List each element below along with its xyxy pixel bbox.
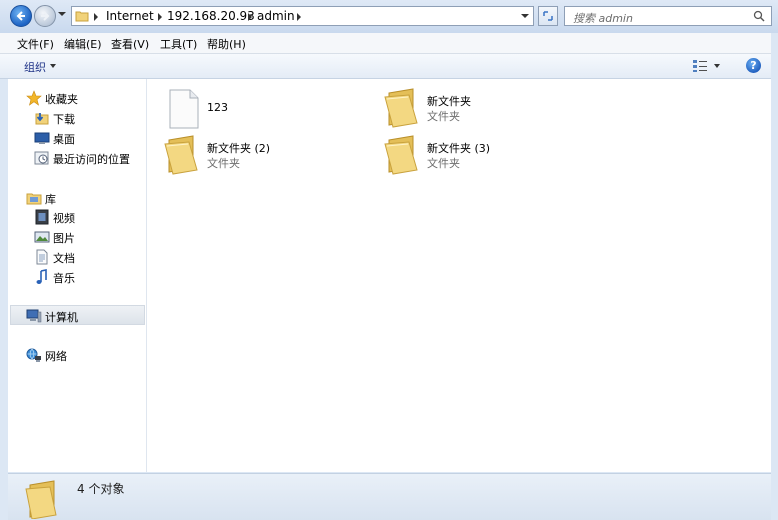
folder-icon <box>384 135 418 175</box>
file-list: 123 新文件夹 文件夹 新文件夹 (2) 文件夹 新文件夹 (3) 文件夹 <box>147 79 771 472</box>
navigation-pane: 收藏夹 下载 桌面 最近访问的位置 库 视频 图片 文档 音乐 计算机 网络 <box>8 79 147 472</box>
help-icon: ? <box>750 59 757 72</box>
help-button[interactable]: ? <box>746 58 761 73</box>
arrow-left-icon <box>16 11 25 21</box>
arrow-right-icon <box>41 11 50 21</box>
menu-edit[interactable]: 编辑(E) <box>64 36 102 52</box>
forward-button[interactable] <box>34 5 56 27</box>
network-icon <box>26 348 41 362</box>
file-name: 123 <box>207 101 228 114</box>
menu-help[interactable]: 帮助(H) <box>207 36 246 52</box>
menu-file[interactable]: 文件(F) <box>17 36 54 52</box>
download-icon <box>35 113 49 125</box>
breadcrumb-separator-icon[interactable] <box>94 13 98 21</box>
folder-name: 新文件夹 (3) <box>427 142 491 155</box>
picture-icon <box>34 231 50 243</box>
menu-view[interactable]: 查看(V) <box>111 36 149 52</box>
breadcrumb-internet[interactable]: Internet <box>106 9 154 23</box>
window-border <box>771 33 778 519</box>
breadcrumb-separator-icon[interactable] <box>297 13 301 21</box>
recent-pages-dropdown[interactable] <box>58 12 66 16</box>
folder-item[interactable]: 新文件夹 文件夹 <box>383 87 563 131</box>
details-view-icon <box>693 60 707 72</box>
item-count: 4 个对象 <box>77 482 125 496</box>
refresh-icon <box>543 11 553 21</box>
file-icon <box>169 89 199 129</box>
video-icon <box>35 209 49 225</box>
organize-button[interactable]: 组织 <box>24 59 46 75</box>
refresh-button[interactable] <box>538 6 558 26</box>
folder-name: 新文件夹 (2) <box>207 142 271 155</box>
folder-icon <box>25 480 57 519</box>
menu-bar: 文件(F) 编辑(E) 查看(V) 工具(T) 帮助(H) <box>0 33 778 54</box>
folder-name: 新文件夹 <box>427 95 471 108</box>
breadcrumb-separator-icon[interactable] <box>248 13 252 21</box>
view-dropdown-icon[interactable] <box>714 64 720 68</box>
search-icon[interactable] <box>753 10 765 22</box>
breadcrumb-separator-icon[interactable] <box>158 13 162 21</box>
document-icon <box>36 249 48 265</box>
star-icon <box>26 90 42 106</box>
music-icon <box>36 269 47 284</box>
folder-icon <box>75 11 89 22</box>
organize-label: 组织 <box>24 61 46 74</box>
details-pane: 4 个对象 <box>8 473 771 520</box>
desktop-icon <box>34 132 50 144</box>
address-bar[interactable]: Internet 192.168.20.93 admin <box>71 6 534 26</box>
back-button[interactable] <box>10 5 32 27</box>
folder-type: 文件夹 <box>427 110 460 123</box>
folder-type: 文件夹 <box>427 157 460 170</box>
file-item[interactable]: 123 <box>163 87 343 131</box>
folder-type: 文件夹 <box>207 157 240 170</box>
address-toolbar: Internet 192.168.20.93 admin 搜索 admin <box>0 0 778 33</box>
view-options-button[interactable] <box>692 59 708 73</box>
recent-places-icon <box>34 151 49 165</box>
computer-icon <box>26 309 42 323</box>
organize-dropdown-icon <box>50 64 56 68</box>
folder-icon <box>164 135 198 175</box>
search-placeholder: 搜索 admin <box>573 12 633 25</box>
address-history-dropdown[interactable] <box>521 14 529 18</box>
library-icon <box>26 193 42 205</box>
folder-item[interactable]: 新文件夹 (3) 文件夹 <box>383 134 563 178</box>
search-input[interactable]: 搜索 admin <box>564 6 772 26</box>
breadcrumb-admin[interactable]: admin <box>257 9 295 23</box>
folder-item[interactable]: 新文件夹 (2) 文件夹 <box>163 134 343 178</box>
command-bar: 组织 ? <box>0 54 778 79</box>
folder-icon <box>384 88 418 128</box>
breadcrumb-ip[interactable]: 192.168.20.93 <box>167 9 255 23</box>
menu-tools[interactable]: 工具(T) <box>160 36 197 52</box>
